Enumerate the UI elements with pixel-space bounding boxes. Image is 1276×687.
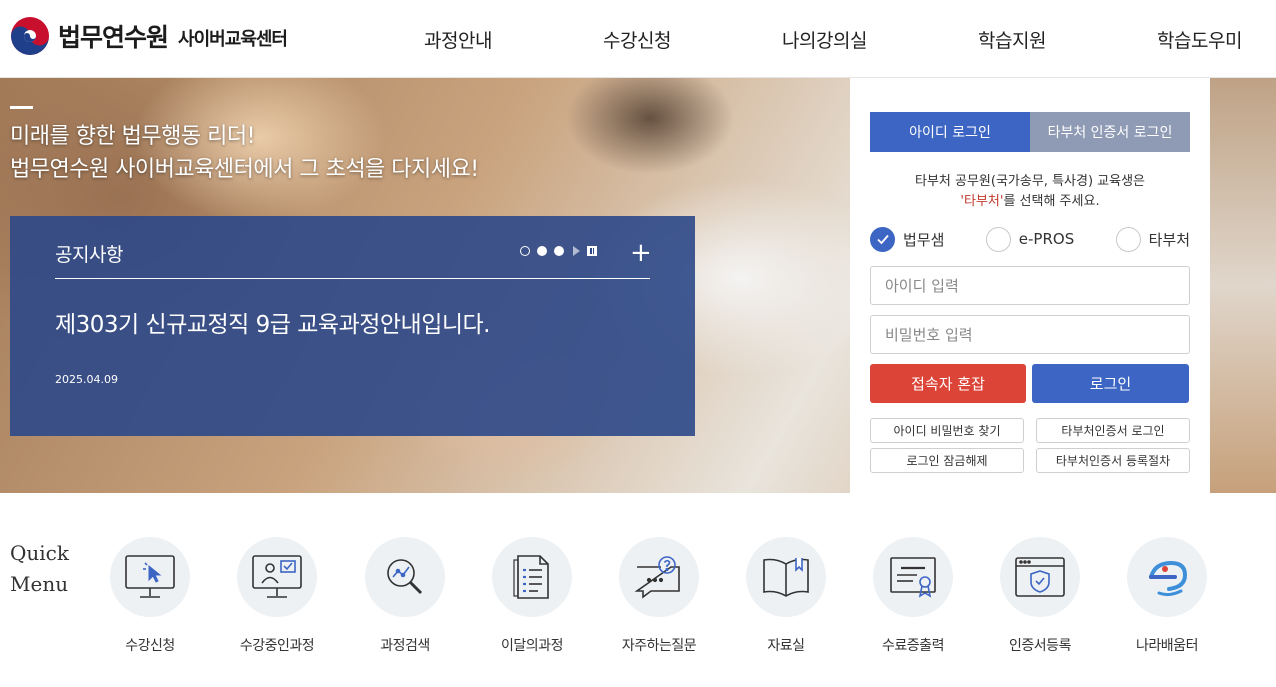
quick-menu-label: 자주하는질문 [621,638,697,654]
notice-slider-controls [520,246,597,256]
login-tabs: 아이디 로그인 타부처 인증서 로그인 [870,112,1190,152]
congestion-button[interactable]: 접속자 혼잡 [870,364,1026,403]
search-chart-icon [365,537,445,617]
hero-banner: 미래를 향한 법무행동 리더! 법무연수원 사이버교육센터에서 그 초석을 다지… [0,78,1276,493]
notice-more-plus-icon[interactable]: + [630,240,652,266]
notice-divider [55,278,650,279]
quick-menu-title-line-2: Menu [10,572,69,596]
monitor-cursor-icon [110,537,190,617]
tab-certificate-login[interactable]: 타부처 인증서 로그인 [1030,112,1190,152]
guide-line-1: 타부처 공무원(국가송무, 특사경) 교육생은 [915,174,1145,189]
quick-menu-label: 자료실 [767,638,805,654]
password-input[interactable] [870,315,1190,354]
guide-line-2: '타부처'를 선택해 주세요. [870,192,1190,212]
quick-menu-certificate-print[interactable]: 수료증출력 [853,537,973,667]
guide-line-2-rest: 를 선택해 주세요. [1003,194,1100,209]
guide-highlight: '타부처' [960,194,1004,209]
hero-slogan: 미래를 향한 법무행동 리더! 법무연수원 사이버교육센터에서 그 초석을 다지… [10,120,479,186]
certificate-login-button[interactable]: 타부처인증서 로그인 [1036,418,1190,443]
nav-learning-support[interactable]: 학습지원 [968,26,1056,53]
quick-menu-title: Quick Menu [10,538,69,600]
nav-enrollment[interactable]: 수강신청 [593,26,681,53]
notice-panel: 공지사항 + 제303기 신규교정직 9급 교육과정안내입니다. 2025.04… [10,216,695,436]
slogan-line-2: 법무연수원 사이버교육센터에서 그 초석을 다지세요! [10,157,479,182]
slide-dot-2[interactable] [537,246,547,256]
slogan-line-1: 미래를 향한 법무행동 리더! [10,124,255,149]
radio-label: 타부처 [1148,230,1190,249]
radio-unchecked-icon[interactable] [985,226,1011,252]
notice-title: 공지사항 [55,244,123,266]
login-guide-text: 타부처 공무원(국가송무, 특사경) 교육생은 '타부처'를 선택해 주세요. [870,172,1190,212]
unlock-login-button[interactable]: 로그인 잠금해제 [870,448,1024,473]
id-input[interactable] [870,266,1190,305]
radio-label: e-PROS [1018,230,1075,248]
radio-beopmusaem[interactable]: 법무샘 [870,226,944,252]
logo-title: 법무연수원 [58,23,169,52]
narabaeumteo-logo-icon [1127,537,1207,617]
play-icon[interactable] [573,246,580,256]
quick-menu-label: 이달의과정 [501,638,563,654]
quick-menu-certificate-register[interactable]: 인증서등록 [980,537,1100,667]
login-panel: 아이디 로그인 타부처 인증서 로그인 타부처 공무원(국가송무, 특사경) 교… [850,78,1210,493]
nav-course-info[interactable]: 과정안내 [414,26,502,53]
site-header: 법무연수원 사이버교육센터 과정안내 수강신청 나의강의실 학습지원 학습도우미 [0,0,1276,78]
quick-menu-label: 나라배움터 [1136,638,1198,654]
book-icon [746,537,826,617]
hero-background-image [1210,78,1276,493]
nav-learning-help[interactable]: 학습도우미 [1147,26,1252,53]
radio-label: 법무샘 [903,230,945,249]
radio-unchecked-icon[interactable] [1115,226,1141,252]
user-type-radios: 법무샘 e-PROS 타부처 [870,226,1190,252]
chat-question-icon [619,537,699,617]
taegeuk-emblem-icon [11,17,49,55]
nav-my-classroom[interactable]: 나의강의실 [772,26,877,53]
main-navigation: 과정안내 수강신청 나의강의실 학습지원 학습도우미 [380,0,1276,78]
quick-menu-course-search[interactable]: 과정검색 [345,537,465,667]
certificate-icon [873,537,953,617]
monitor-person-icon [237,537,317,617]
slogan-accent-bar [10,106,33,109]
browser-shield-icon [1000,537,1080,617]
quick-menu-label: 인증서등록 [1009,638,1071,654]
document-list-icon [492,537,572,617]
login-button[interactable]: 로그인 [1032,364,1189,403]
notice-date: 2025.04.09 [55,373,118,386]
radio-checked-icon[interactable] [870,226,895,252]
find-id-password-button[interactable]: 아이디 비밀번호 찾기 [870,418,1024,443]
logo-subtitle: 사이버교육센터 [178,29,288,50]
quick-menu-library[interactable]: 자료실 [726,537,846,667]
quick-menu-enroll[interactable]: 수강신청 [90,537,210,667]
quick-menu-in-progress[interactable]: 수강중인과정 [217,537,337,667]
certificate-register-guide-button[interactable]: 타부처인증서 등록절차 [1036,448,1190,473]
tab-id-login[interactable]: 아이디 로그인 [870,112,1030,152]
quick-menu-label: 수강중인과정 [239,638,315,654]
notice-headline-link[interactable]: 제303기 신규교정직 9급 교육과정안내입니다. [55,305,491,339]
quick-menu-this-month[interactable]: 이달의과정 [472,537,592,667]
quick-menu-narabaeumteo[interactable]: 나라배움터 [1107,537,1227,667]
radio-epros[interactable]: e-PROS [985,226,1075,252]
quick-menu-title-line-1: Quick [10,541,69,565]
quick-menu-faq[interactable]: 자주하는질문 [599,537,719,667]
quick-menu-label: 수료증출력 [882,638,944,654]
slide-dot-1[interactable] [520,246,530,256]
site-logo[interactable]: 법무연수원 사이버교육센터 [10,14,288,58]
quick-menu-label: 과정검색 [380,638,430,654]
pause-icon[interactable] [587,246,597,256]
radio-other-ministry[interactable]: 타부처 [1115,226,1190,252]
quick-menu-label: 수강신청 [125,638,175,654]
slide-dot-3[interactable] [554,246,564,256]
